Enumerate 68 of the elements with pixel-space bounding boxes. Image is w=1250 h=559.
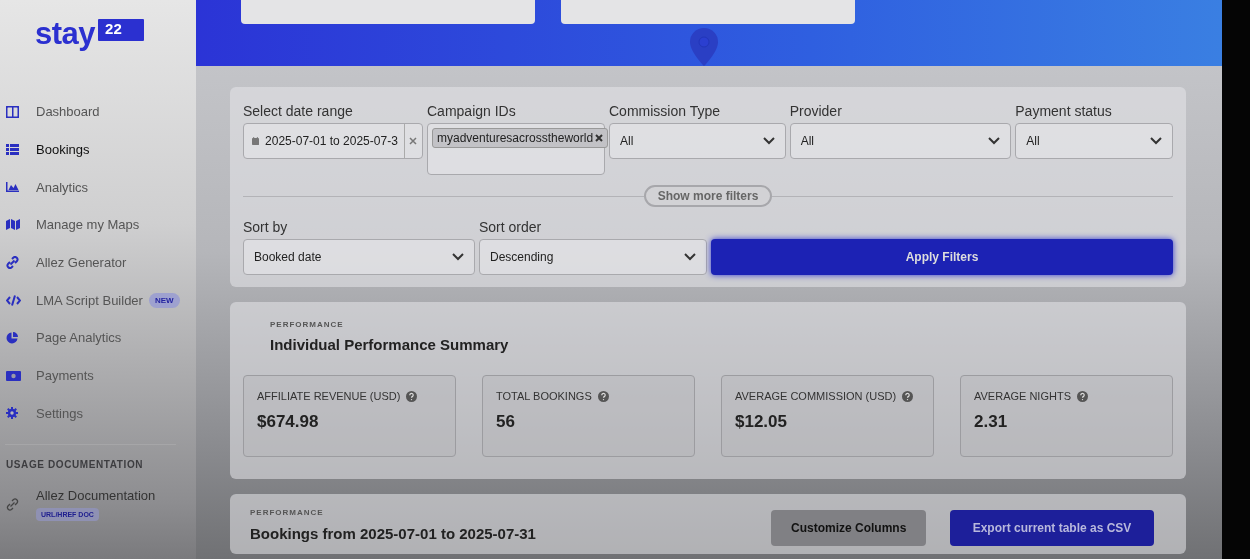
map-pin-icon (690, 28, 718, 66)
stat-value: $12.05 (735, 412, 788, 432)
campaign-tag: myadventuresacrosstheworld (432, 128, 609, 148)
field-label: Provider (789, 102, 843, 121)
customize-columns-button[interactable]: Customize Columns (771, 510, 926, 546)
sidebar-item[interactable]: Bookings (0, 130, 196, 169)
sidebar-item[interactable]: Dashboard (0, 93, 196, 131)
sidebar-item[interactable]: Settings (0, 394, 196, 433)
select-field[interactable]: All (789, 123, 1012, 159)
stat-value: 56 (496, 412, 516, 432)
field-label: Select date range (243, 102, 354, 121)
select-field[interactable]: Descending (479, 239, 707, 275)
chevron-down-icon (452, 253, 464, 261)
doc-link[interactable]: Allez Documentation (36, 488, 156, 504)
stat-label: TOTAL BOOKINGS (496, 390, 592, 402)
section-title: Bookings from 2025-07-01 to 2025-07-31 (250, 525, 536, 542)
chevron-down-icon (762, 137, 775, 145)
field-label: Sort by (243, 218, 289, 237)
link-icon (6, 498, 19, 512)
calendar-icon (252, 136, 260, 146)
area-chart-icon (6, 182, 19, 193)
stat-label: AVERAGE NIGHTS (974, 390, 1071, 402)
help-icon (597, 390, 609, 402)
stat-value: $674.98 (257, 412, 320, 432)
sidebar-item[interactable]: Allez Generator (0, 243, 196, 282)
stat-label: AFFILIATE REVENUE (USD) (257, 390, 401, 402)
sidebar-item[interactable]: Page Analytics (0, 319, 196, 357)
columns-icon (6, 105, 19, 118)
section-eyebrow: PERFORMANCE (270, 320, 345, 329)
section-eyebrow: PERFORMANCE (250, 508, 325, 517)
settings-icon (6, 407, 18, 420)
date-range-field[interactable]: 2025-07-01 to 2025-07-3 (243, 123, 423, 159)
field-label: Commission Type (609, 102, 721, 121)
link-icon (6, 256, 19, 270)
select-field[interactable]: All (609, 123, 786, 159)
money-icon (6, 370, 21, 381)
select-field[interactable]: Booked date (243, 239, 475, 275)
help-icon (406, 390, 418, 402)
show-more-filters-button[interactable]: Show more filters (643, 185, 773, 207)
sidebar-item[interactable]: Payments (0, 356, 196, 395)
sidebar-item[interactable]: Analytics (0, 168, 196, 207)
close-icon[interactable] (409, 137, 418, 145)
section-title: Individual Performance Summary (270, 336, 510, 353)
export-csv-button[interactable]: Export current table as CSV (950, 510, 1154, 546)
help-icon (902, 390, 914, 402)
campaign-ids-field[interactable]: myadventuresacrosstheworld (427, 123, 605, 175)
map-icon (6, 219, 20, 231)
sidebar-item[interactable]: LMA Script Builder NEW (0, 281, 196, 320)
stat-label: AVERAGE COMMISSION (USD) (735, 390, 897, 402)
list-icon (6, 144, 19, 156)
new-badge: NEW (148, 292, 180, 308)
code-icon (6, 294, 21, 306)
chevron-down-icon (988, 137, 1001, 145)
section-heading: USAGE DOCUMENTATION (5, 459, 145, 471)
field-label: Sort order (479, 218, 543, 237)
logo-badge: 22 (98, 19, 144, 41)
field-label: Payment status (1015, 102, 1113, 121)
chevron-down-icon (684, 253, 696, 261)
stat-value: 2.31 (974, 412, 1009, 432)
close-icon[interactable] (595, 134, 604, 142)
apply-filters-button[interactable]: Apply Filters (711, 239, 1173, 275)
field-label: Campaign IDs (427, 102, 517, 121)
pie-chart-icon (6, 331, 18, 344)
sidebar-item[interactable]: Manage my Maps (0, 206, 196, 244)
chevron-down-icon (1150, 137, 1162, 145)
select-field[interactable]: All (1015, 123, 1173, 159)
logo-text: stay (35, 18, 96, 49)
help-icon (1077, 390, 1088, 402)
